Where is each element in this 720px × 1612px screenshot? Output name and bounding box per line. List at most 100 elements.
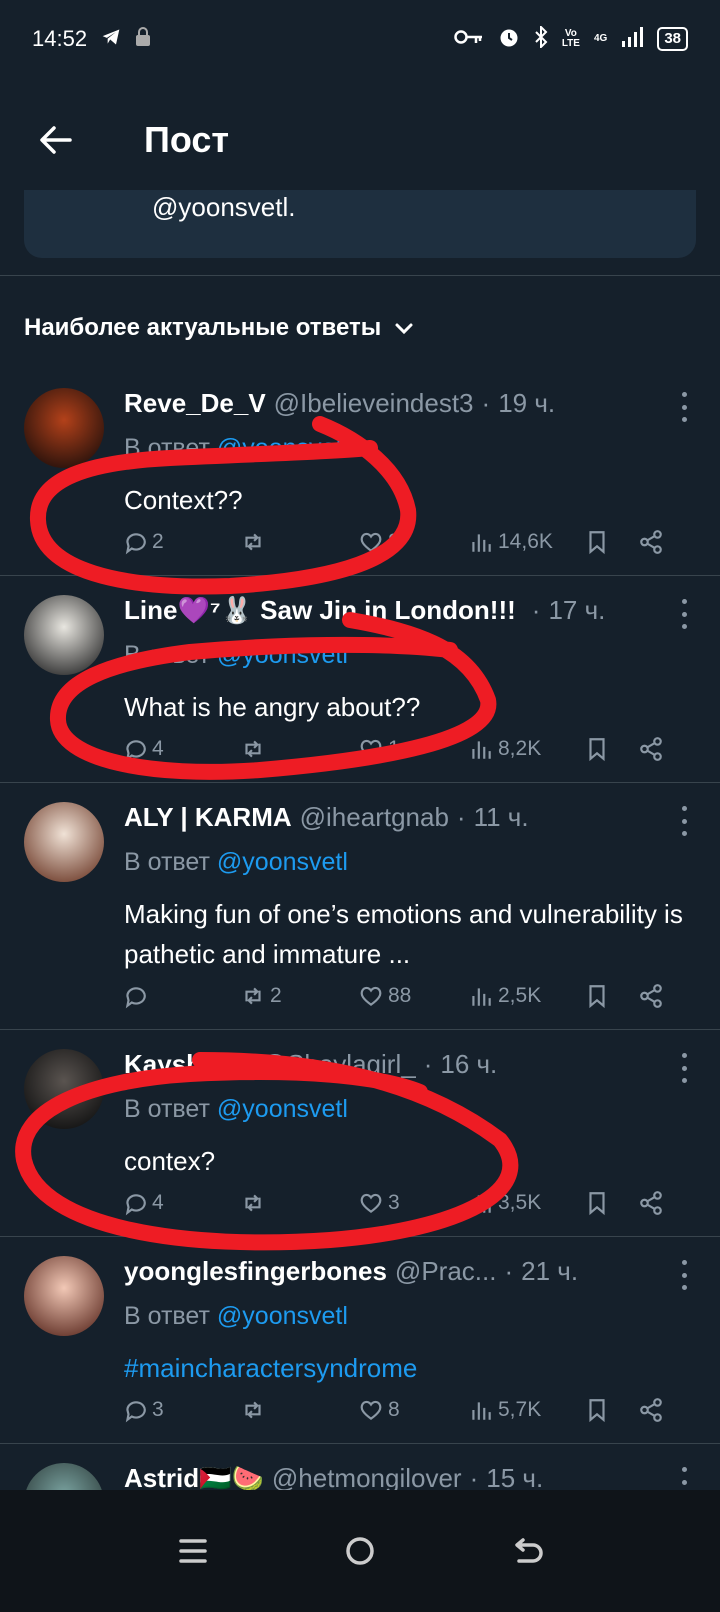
bookmark-button[interactable] [584,983,638,1009]
avatar[interactable] [24,595,104,675]
action-bar: 2 88 2,5K [122,976,690,1016]
reply-button[interactable]: 2 [122,529,240,555]
reply-item[interactable]: yoonglesfingerbones @Prac... · 21 ч. В о… [0,1238,720,1444]
retweet-icon [245,987,261,1005]
recent-apps-icon[interactable] [173,1531,213,1571]
reply-icon [125,1401,146,1423]
home-icon[interactable] [340,1531,380,1571]
avatar[interactable] [24,802,104,882]
avatar[interactable] [24,1049,104,1129]
views-button[interactable]: 8,2K [468,736,584,762]
retweet-button[interactable] [240,1397,358,1423]
reply-button[interactable]: 4 [122,1190,240,1216]
author-name[interactable]: yoonglesfingerbones [124,1256,387,1287]
bookmark-button[interactable] [584,736,638,762]
share-button[interactable] [638,1190,664,1216]
reply-header: Line💜⁷🐰 Saw Jin in London!!! · 17 ч. [124,595,660,626]
reply-to-mention[interactable]: @yoonsvetl [217,434,348,462]
author-name[interactable]: ALY | KARMA [124,802,292,833]
reply-item[interactable]: ALY | KARMA @iheartgnab · 11 ч. В ответ … [0,784,720,1030]
share-icon [640,737,662,761]
reply-button[interactable] [122,983,240,1009]
reply-text: Making fun of one’s emotions and vulnera… [124,899,683,969]
avatar[interactable] [24,388,104,468]
views-button[interactable]: 2,5K [468,983,584,1009]
heart-icon [360,532,382,552]
reply-to-mention[interactable]: @yoonsvetl [217,1302,348,1330]
heart-icon [360,1400,382,1420]
separator-dot: · [456,802,466,832]
back-arrow-icon[interactable] [36,120,76,160]
like-button[interactable]: 1 [358,736,468,762]
reply-to-mention[interactable]: @yoonsvetl [217,641,348,669]
views-button[interactable]: 5,7K [468,1397,584,1423]
retweet-icon [245,1401,261,1419]
reply-item[interactable]: Reve_De_V @Ibelieveindest3 · 19 ч. В отв… [0,370,720,576]
reply-icon [125,987,146,1009]
more-options-icon[interactable] [676,392,692,422]
heart-icon [360,986,382,1006]
reply-to-prefix: В ответ [124,434,210,462]
more-options-icon[interactable] [676,1053,692,1083]
author-handle[interactable]: @Shaylagirl_ [261,1049,416,1080]
views-button[interactable]: 14,6K [468,529,584,555]
bookmark-button[interactable] [584,1397,638,1423]
like-count: 1 [388,737,400,760]
share-button[interactable] [638,1397,664,1423]
author-name[interactable]: Line💜⁷🐰 Saw Jin in London!!! [124,595,516,626]
bookmark-button[interactable] [584,529,638,555]
author-name[interactable]: Reve_De_V [124,388,266,419]
reply-item[interactable]: Line💜⁷🐰 Saw Jin in London!!! · 17 ч. В о… [0,577,720,783]
retweet-count: 2 [270,984,282,1007]
retweet-icon [245,533,261,551]
reply-to-line: В ответ @yoonsvetl [124,434,348,463]
reply-header: ALY | KARMA @iheartgnab · 11 ч. [124,802,660,833]
more-options-icon[interactable] [676,1260,692,1290]
reply-count: 4 [152,1191,164,1214]
avatar[interactable] [24,1256,104,1336]
share-button[interactable] [638,983,664,1009]
like-button[interactable]: 88 [358,983,468,1009]
sort-label: Наиболее актуальные ответы [24,314,382,341]
like-button[interactable]: 8 [358,529,468,555]
bookmark-icon [589,738,605,762]
reply-text: What is he angry about?? [124,692,421,722]
more-options-icon[interactable] [676,806,692,836]
bookmark-icon [589,1192,605,1216]
alarm-icon [498,26,520,52]
views-icon [472,741,491,759]
reply-to-line: В ответ @yoonsvetl [124,848,348,877]
separator-dot: · [423,1049,433,1079]
retweet-button[interactable] [240,529,358,555]
post-time: 16 ч. [440,1049,498,1079]
reply-item[interactable]: Kayshayla @Shaylagirl_ · 16 ч. В ответ @… [0,1031,720,1237]
like-button[interactable]: 3 [358,1190,468,1216]
sort-replies-dropdown[interactable]: Наиболее актуальные ответы [24,314,415,342]
reply-to-prefix: В ответ [124,1302,210,1330]
author-name[interactable]: Kayshayla [124,1049,253,1080]
reply-to-mention[interactable]: @yoonsvetl [217,848,348,876]
reply-to-mention[interactable]: @yoonsvetl [217,1095,348,1123]
back-icon[interactable] [507,1531,547,1571]
reply-count: 3 [152,1398,164,1421]
like-button[interactable]: 8 [358,1397,468,1423]
bookmark-button[interactable] [584,1190,638,1216]
retweet-button[interactable] [240,736,358,762]
author-handle[interactable]: @Ibelieveindest3 [274,388,474,419]
post-time: 17 ч. [548,595,606,625]
retweet-button[interactable] [240,1190,358,1216]
share-button[interactable] [638,736,664,762]
author-handle[interactable]: @Prac... [395,1256,497,1287]
bookmark-icon [589,1399,605,1423]
reply-to-prefix: В ответ [124,1095,210,1123]
reply-button[interactable]: 4 [122,736,240,762]
heart-icon [360,739,382,759]
reply-button[interactable]: 3 [122,1397,240,1423]
author-handle[interactable]: @iheartgnab [300,802,449,833]
views-button[interactable]: 3,5K [468,1190,584,1216]
view-count: 8,2K [498,737,542,760]
more-options-icon[interactable] [676,599,692,629]
share-button[interactable] [638,529,664,555]
retweet-button[interactable]: 2 [240,983,358,1009]
quoted-post-card[interactable]: @yoonsvetl. [24,190,696,258]
